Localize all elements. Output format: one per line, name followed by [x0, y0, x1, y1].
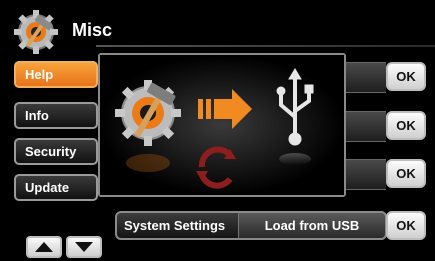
menu-item-info[interactable]: Info — [14, 102, 98, 129]
menu-item-help[interactable]: Help — [14, 61, 98, 88]
row-field-3 — [346, 159, 386, 190]
scroll-up-button[interactable] — [26, 236, 62, 258]
row-field-2 — [346, 111, 386, 142]
row-field-1 — [346, 62, 386, 93]
update-progress-popup — [98, 53, 346, 197]
arrow-up-icon — [35, 242, 53, 252]
app-gear-hammer-icon — [10, 8, 66, 54]
load-from-usb-button[interactable]: Load from USB — [238, 211, 387, 240]
menu-item-update[interactable]: Update — [14, 174, 98, 201]
menu-item-security[interactable]: Security — [14, 138, 98, 165]
arrow-down-icon — [75, 242, 93, 252]
scroll-down-button[interactable] — [66, 236, 102, 258]
system-settings-label: System Settings — [124, 218, 226, 233]
ok-button-2[interactable]: OK — [386, 111, 426, 140]
header-divider — [96, 45, 435, 47]
ok-button-system-settings[interactable]: OK — [386, 211, 426, 240]
ok-button-3[interactable]: OK — [386, 159, 426, 188]
page-title: Misc — [72, 20, 113, 40]
ok-button-1[interactable]: OK — [386, 62, 426, 91]
